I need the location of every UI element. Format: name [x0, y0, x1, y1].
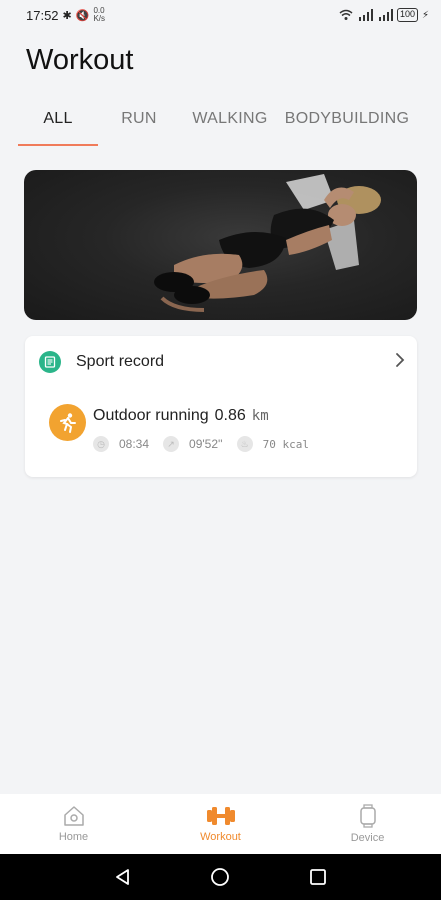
sport-record-title: Sport record: [76, 353, 165, 370]
battery-icon: 100: [396, 8, 418, 22]
bluetooth-icon: ✱: [62, 9, 72, 22]
nav-workout-label: Workout: [200, 831, 241, 843]
record-distance: 0.86: [214, 407, 246, 424]
record-entry[interactable]: Outdoor running 0.86 km: [93, 407, 269, 425]
workout-tabs: ALL RUN WALKING BODYBUILDING: [0, 102, 441, 146]
tab-bodybuilding[interactable]: BODYBUILDING: [282, 102, 412, 146]
network-speed: 0.0 K/s: [93, 7, 105, 23]
recents-icon[interactable]: [309, 868, 327, 886]
hero-banner[interactable]: [24, 170, 417, 320]
page-title: Workout: [26, 44, 134, 76]
status-right: 100 ⚡: [339, 8, 429, 22]
tab-run[interactable]: RUN: [98, 102, 180, 146]
nav-device-label: Device: [350, 832, 385, 844]
mute-icon: 🔇: [75, 9, 90, 22]
running-icon: [49, 404, 86, 441]
sport-record-card: Sport record Outdoor running 0.86 km ◷ 0…: [25, 336, 417, 477]
record-stats: ◷ 08:34 ↗ 09'52'' ♨ 70 kcal: [93, 436, 323, 452]
bottom-nav: Home Workout Device: [0, 794, 441, 854]
charging-icon: ⚡: [421, 9, 429, 21]
system-nav-bar: [0, 854, 441, 900]
document-icon: [39, 351, 61, 373]
status-bar: 17:52 ✱ 🔇 0.0 K/s 100 ⚡: [0, 0, 441, 30]
clock-icon: ◷: [93, 436, 109, 452]
signal-icon: [358, 9, 373, 21]
clock: 17:52: [26, 7, 59, 23]
workout-illustration: [154, 174, 381, 312]
dumbbell-icon: [206, 807, 235, 825]
tab-all[interactable]: ALL: [18, 102, 98, 146]
stat-calories-value: 70 kcal: [262, 437, 309, 451]
stat-pace: ↗ 09'52'': [163, 436, 223, 452]
back-icon[interactable]: [114, 868, 132, 886]
nav-workout[interactable]: Workout: [166, 805, 276, 843]
chevron-right-icon[interactable]: [395, 351, 405, 374]
record-activity: Outdoor running: [93, 407, 209, 424]
status-left: 17:52 ✱ 🔇 0.0 K/s: [26, 7, 105, 23]
tab-walking[interactable]: WALKING: [180, 102, 280, 146]
nav-home-label: Home: [58, 831, 89, 843]
record-distance-unit: km: [251, 408, 269, 424]
stat-pace-value: 09'52'': [189, 437, 223, 451]
nav-home[interactable]: Home: [19, 805, 129, 843]
flame-icon: ♨: [236, 436, 253, 452]
stat-calories: ♨ 70 kcal: [236, 436, 309, 452]
stat-duration-value: 08:34: [119, 437, 150, 451]
network-speed-unit: K/s: [93, 14, 106, 23]
home-icon: [63, 806, 84, 826]
signal-icon-2: [378, 9, 393, 21]
home-circle-icon[interactable]: [210, 867, 230, 887]
stat-duration: ◷ 08:34: [93, 436, 149, 452]
pace-icon: ↗: [163, 436, 180, 452]
wifi-icon: [339, 9, 353, 20]
nav-device[interactable]: Device: [313, 804, 423, 844]
watch-icon: [359, 804, 376, 828]
sport-record-header[interactable]: Sport record: [39, 349, 405, 375]
